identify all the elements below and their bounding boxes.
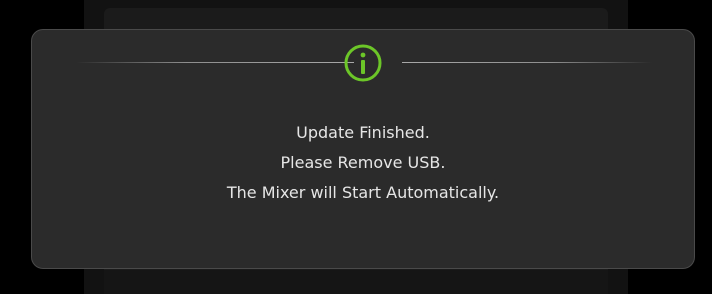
header-divider-right xyxy=(402,62,652,63)
dialog-message: Update Finished. Please Remove USB. The … xyxy=(32,118,694,208)
message-line-update-finished: Update Finished. xyxy=(296,123,430,142)
mixer-screen: Update Finished. Please Remove USB. The … xyxy=(0,0,712,294)
message-line-start-automatically: The Mixer will Start Automatically. xyxy=(226,183,500,202)
message-line-remove-usb: Please Remove USB. xyxy=(280,153,446,172)
header-divider-left xyxy=(76,62,354,63)
update-finished-dialog: Update Finished. Please Remove USB. The … xyxy=(31,29,695,269)
info-icon xyxy=(342,42,384,84)
background-panel-footer xyxy=(104,270,608,294)
